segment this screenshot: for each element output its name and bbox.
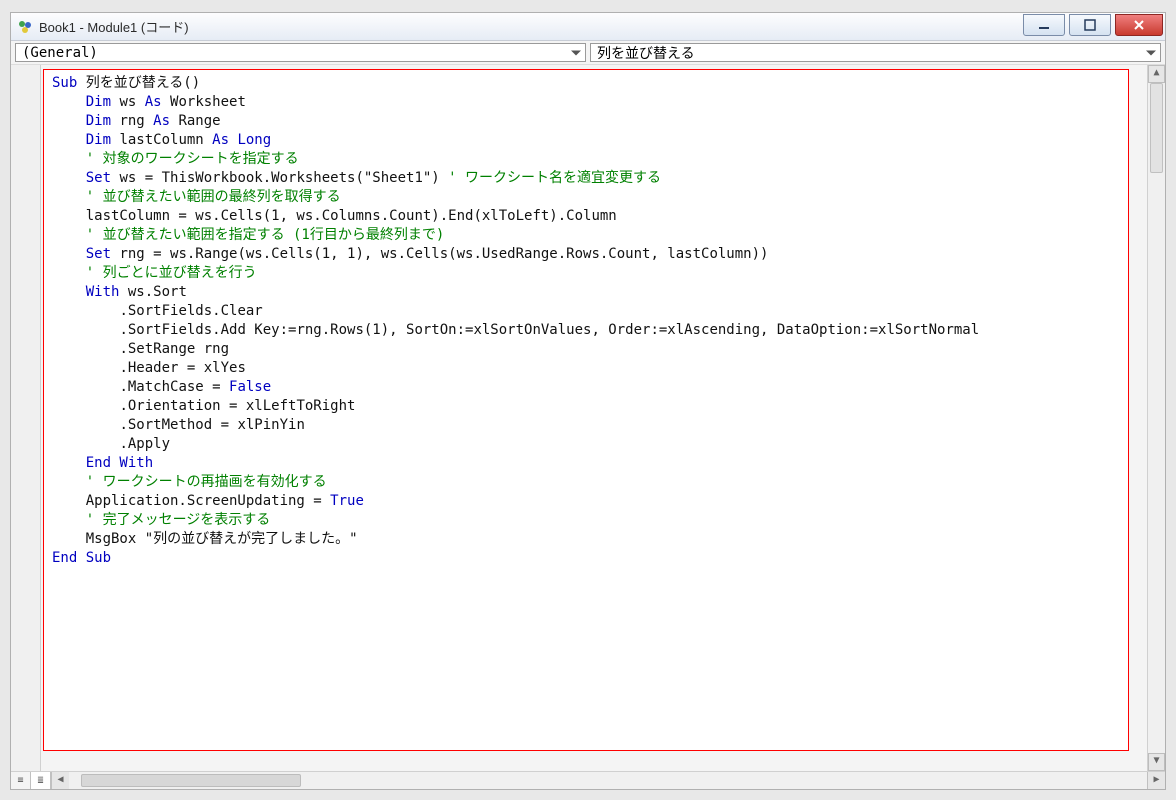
- vertical-scrollbar[interactable]: ▲ ▼: [1147, 65, 1165, 771]
- scroll-down-arrow[interactable]: ▼: [1148, 753, 1165, 771]
- code-editor[interactable]: Sub 列を並び替える() Dim ws As Worksheet Dim rn…: [43, 69, 1129, 751]
- object-dropdown[interactable]: (General): [15, 43, 586, 62]
- code-line[interactable]: ' ワークシートの再描画を有効化する: [52, 473, 1120, 492]
- code-line[interactable]: Dim lastColumn As Long: [52, 131, 1120, 150]
- code-line[interactable]: Dim ws As Worksheet: [52, 93, 1120, 112]
- window-title: Book1 - Module1 (コード): [39, 17, 1023, 36]
- code-line[interactable]: lastColumn = ws.Cells(1, ws.Columns.Coun…: [52, 207, 1120, 226]
- procedure-view-tab[interactable]: ≡: [11, 772, 31, 789]
- procedure-dropdown[interactable]: 列を並び替える: [590, 43, 1161, 62]
- titlebar[interactable]: Book1 - Module1 (コード): [11, 13, 1165, 41]
- code-line[interactable]: .SortFields.Clear: [52, 302, 1120, 321]
- code-line[interactable]: .MatchCase = False: [52, 378, 1120, 397]
- code-line[interactable]: ' 列ごとに並び替えを行う: [52, 264, 1120, 283]
- editor-area: Sub 列を並び替える() Dim ws As Worksheet Dim rn…: [11, 65, 1165, 789]
- code-line[interactable]: .Orientation = xlLeftToRight: [52, 397, 1120, 416]
- procedure-dropdown-value: 列を並び替える: [597, 43, 695, 63]
- code-line[interactable]: Set ws = ThisWorkbook.Worksheets("Sheet1…: [52, 169, 1120, 188]
- code-line[interactable]: .SortFields.Add Key:=rng.Rows(1), SortOn…: [52, 321, 1120, 340]
- vertical-scroll-thumb[interactable]: [1150, 83, 1163, 173]
- code-line[interactable]: .SetRange rng: [52, 340, 1120, 359]
- scroll-right-arrow[interactable]: ▶: [1147, 772, 1165, 789]
- bottom-bar: ≡ ≣ ◀ ▶: [11, 771, 1165, 789]
- code-line[interactable]: ' 対象のワークシートを指定する: [52, 150, 1120, 169]
- code-line[interactable]: With ws.Sort: [52, 283, 1120, 302]
- horizontal-scroll-track[interactable]: [69, 772, 1147, 789]
- object-procedure-bar: (General) 列を並び替える: [11, 41, 1165, 65]
- margin-indicator-bar[interactable]: [11, 65, 41, 789]
- scroll-left-arrow[interactable]: ◀: [51, 772, 69, 789]
- module-icon: [17, 19, 33, 35]
- object-dropdown-value: (General): [22, 45, 98, 61]
- window-controls: [1023, 13, 1165, 40]
- code-line[interactable]: .Apply: [52, 435, 1120, 454]
- horizontal-scroll-thumb[interactable]: [81, 774, 301, 787]
- close-button[interactable]: [1115, 14, 1163, 36]
- code-line[interactable]: ' 完了メッセージを表示する: [52, 511, 1120, 530]
- maximize-button[interactable]: [1069, 14, 1111, 36]
- minimize-button[interactable]: [1023, 14, 1065, 36]
- code-line[interactable]: Sub 列を並び替える(): [52, 74, 1120, 93]
- code-line[interactable]: End With: [52, 454, 1120, 473]
- vertical-scroll-track[interactable]: [1148, 83, 1165, 753]
- code-line[interactable]: ' 並び替えたい範囲の最終列を取得する: [52, 188, 1120, 207]
- code-line[interactable]: .Header = xlYes: [52, 359, 1120, 378]
- code-line[interactable]: MsgBox "列の並び替えが完了しました。": [52, 530, 1120, 549]
- code-line[interactable]: Application.ScreenUpdating = True: [52, 492, 1120, 511]
- code-line[interactable]: End Sub: [52, 549, 1120, 568]
- code-window: Book1 - Module1 (コード) (General) 列を並び替える …: [10, 12, 1166, 790]
- code-line[interactable]: ' 並び替えたい範囲を指定する (1行目から最終列まで): [52, 226, 1120, 245]
- full-module-view-tab[interactable]: ≣: [31, 772, 51, 789]
- scroll-up-arrow[interactable]: ▲: [1148, 65, 1165, 83]
- code-line[interactable]: .SortMethod = xlPinYin: [52, 416, 1120, 435]
- code-line[interactable]: Dim rng As Range: [52, 112, 1120, 131]
- code-line[interactable]: Set rng = ws.Range(ws.Cells(1, 1), ws.Ce…: [52, 245, 1120, 264]
